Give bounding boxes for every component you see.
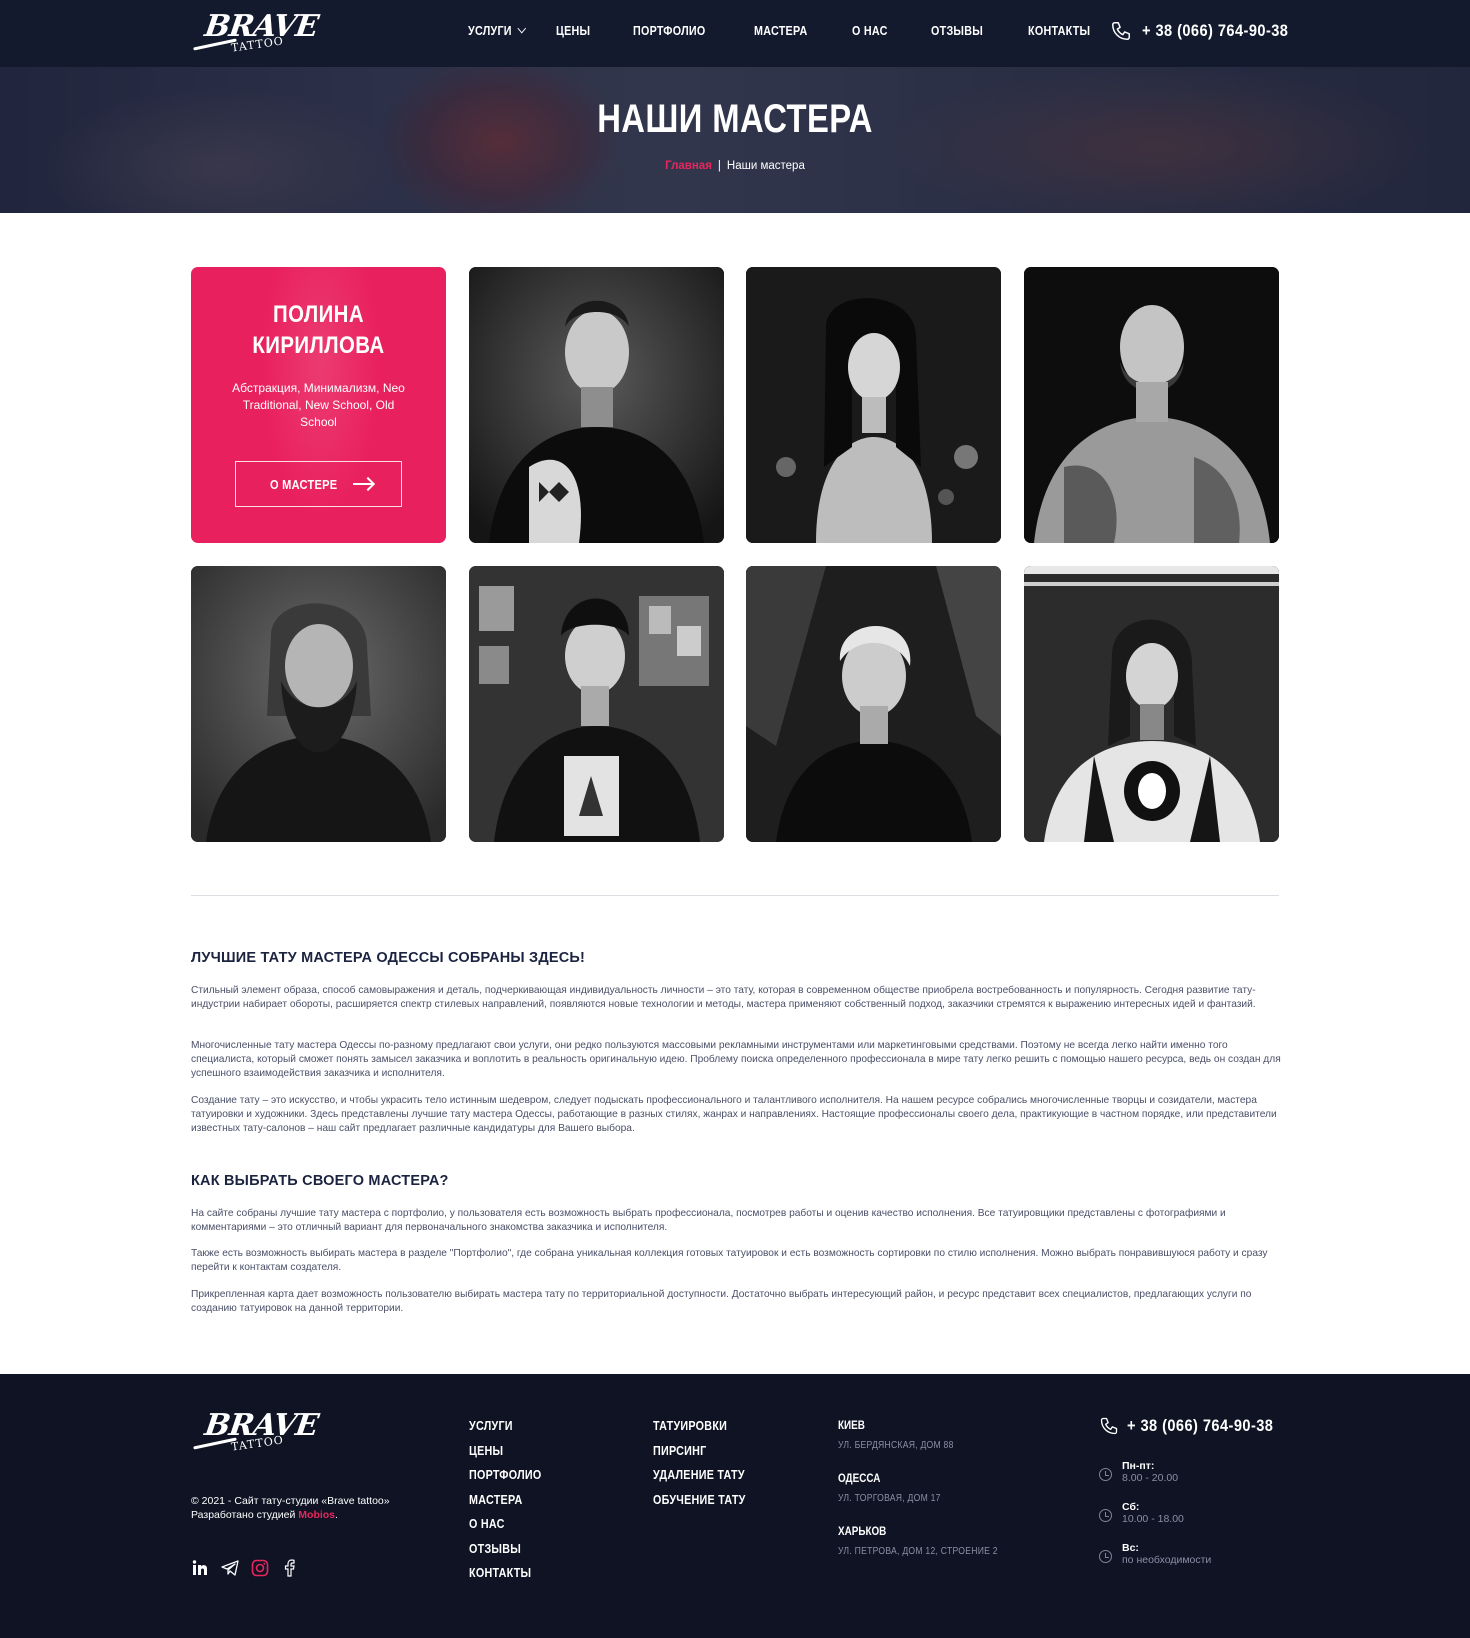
brave-tattoo-logo[interactable]: BRAVE TATTOO <box>191 5 320 61</box>
city-name: ХАРЬКОВ <box>838 1526 887 1538</box>
nav-masters[interactable]: МАСТЕРА <box>754 24 807 38</box>
footer-link[interactable]: ОБУЧЕНИЕ ТАТУ <box>653 1493 746 1518</box>
arrow-right-icon <box>353 483 374 485</box>
work-hours: Вс: по необходимости <box>1099 1542 1211 1566</box>
section-title: КАК ВЫБРАТЬ СВОЕГО МАСТЕРА? <box>191 1173 449 1189</box>
nav-portfolio[interactable]: ПОРТФОЛИО <box>633 24 706 38</box>
nav-about[interactable]: О НАС <box>852 24 888 38</box>
master-photo[interactable] <box>746 566 1001 842</box>
site-header: BRAVE TATTOO УСЛУГИ ЦЕНЫ ПОРТФОЛИО МАСТЕ… <box>0 0 1470 67</box>
paragraph: На сайте собраны лучшие тату мастера с п… <box>191 1208 1226 1233</box>
copyright: © 2021 - Сайт тату-студии «Brave tattoo»… <box>191 1495 390 1521</box>
breadcrumb-home[interactable]: Главная <box>665 160 712 172</box>
breadcrumb: Главная | Наши мастера <box>665 160 805 172</box>
main-nav: УСЛУГИ ЦЕНЫ ПОРТФОЛИО МАСТЕРА О НАС ОТЗЫ… <box>468 23 1101 38</box>
nav-contacts[interactable]: КОНТАКТЫ <box>1028 24 1090 38</box>
footer-nav: УСЛУГИ ЦЕНЫ ПОРТФОЛИО МАСТЕРА О НАС ОТЗЫ… <box>469 1419 553 1591</box>
nav-reviews[interactable]: ОТЗЫВЫ <box>931 24 983 38</box>
linkedin-icon[interactable] <box>191 1559 209 1577</box>
clock-icon <box>1099 1509 1112 1522</box>
master-card-featured[interactable]: ПОЛИНА КИРИЛЛОВА Абстракция, Минимализм, … <box>191 267 446 543</box>
brave-tattoo-logo[interactable]: BRAVE TATTOO <box>191 1404 320 1460</box>
footer-link[interactable]: ОТЗЫВЫ <box>469 1542 542 1567</box>
page-title: НАШИ МАСТЕРА <box>597 97 873 141</box>
page-hero: НАШИ МАСТЕРА Главная | Наши мастера <box>0 67 1470 213</box>
footer-link[interactable]: ТАТУИРОВКИ <box>653 1419 746 1444</box>
master-photo[interactable] <box>191 566 446 842</box>
city-address: УЛ. ТОРГОВАЯ, ДОМ 17 <box>838 1493 941 1504</box>
about-master-button[interactable]: О МАСТЕРЕ <box>235 461 402 507</box>
phone-icon <box>1100 1417 1118 1435</box>
social-links <box>191 1559 299 1577</box>
footer-link[interactable]: УДАЛЕНИЕ ТАТУ <box>653 1468 746 1493</box>
footer-link[interactable]: ПИРСИНГ <box>653 1444 746 1469</box>
header-phone[interactable]: + 38 (066) 764-90-38 <box>1110 20 1312 42</box>
facebook-icon[interactable] <box>281 1559 299 1577</box>
paragraph: Создание тату – это искусство, и чтобы у… <box>191 1095 1277 1134</box>
paragraph: Прикрепленная карта дает возможность пол… <box>191 1289 1252 1314</box>
paragraph: Многочисленные тату мастера Одессы по-ра… <box>191 1040 1281 1079</box>
site-footer: BRAVE TATTOO © 2021 - Сайт тату-студии «… <box>0 1374 1470 1638</box>
city-address: УЛ. ПЕТРОВА, ДОМ 12, СТРОЕНИЕ 2 <box>838 1546 998 1557</box>
master-photo[interactable] <box>1024 267 1279 543</box>
master-photo[interactable] <box>746 267 1001 543</box>
telegram-icon[interactable] <box>221 1559 239 1577</box>
paragraph: Стильный элемент образа, способ самовыра… <box>191 985 1256 1010</box>
footer-link[interactable]: ПОРТФОЛИО <box>469 1468 542 1493</box>
footer-services: ТАТУИРОВКИ ПИРСИНГ УДАЛЕНИЕ ТАТУ ОБУЧЕНИ… <box>653 1419 761 1517</box>
footer-link[interactable]: ЦЕНЫ <box>469 1444 542 1469</box>
city-name: ОДЕССА <box>838 1473 881 1485</box>
work-hours: Сб: 10.00 - 18.00 <box>1099 1501 1184 1525</box>
phone-number: + 38 (066) 764-90-38 <box>1127 1416 1274 1435</box>
master-name: ПОЛИНА КИРИЛЛОВА <box>252 301 385 359</box>
nav-services[interactable]: УСЛУГИ <box>468 23 526 38</box>
footer-link[interactable]: О НАС <box>469 1517 542 1542</box>
city-name: КИЕВ <box>838 1420 865 1432</box>
developer-link[interactable]: Mobios <box>298 1509 335 1521</box>
instagram-icon[interactable] <box>251 1559 269 1577</box>
clock-icon <box>1099 1550 1112 1563</box>
section-title: ЛУЧШИЕ ТАТУ МАСТЕРА ОДЕССЫ СОБРАНЫ ЗДЕСЬ… <box>191 950 586 966</box>
master-photo[interactable] <box>469 267 724 543</box>
phone-number: + 38 (066) 764-90-38 <box>1142 21 1289 40</box>
master-photo[interactable] <box>469 566 724 842</box>
work-hours: Пн-пт: 8.00 - 20.00 <box>1099 1460 1178 1484</box>
phone-icon <box>1112 22 1130 40</box>
master-styles: Абстракция, Минимализм, Neo Traditional,… <box>232 381 405 429</box>
breadcrumb-current: Наши мастера <box>726 160 805 172</box>
footer-link[interactable]: МАСТЕРА <box>469 1493 542 1518</box>
section-divider <box>191 895 1279 896</box>
city-address: УЛ. БЕРДЯНСКАЯ, ДОМ 88 <box>838 1440 954 1451</box>
footer-link[interactable]: УСЛУГИ <box>469 1419 542 1444</box>
nav-prices[interactable]: ЦЕНЫ <box>556 24 590 38</box>
chevron-down-icon <box>517 23 526 34</box>
paragraph: Также есть возможность выбирать мастера … <box>191 1248 1268 1273</box>
footer-link[interactable]: КОНТАКТЫ <box>469 1566 542 1591</box>
clock-icon <box>1099 1468 1112 1481</box>
footer-phone[interactable]: + 38 (066) 764-90-38 <box>1099 1416 1297 1436</box>
master-photo[interactable] <box>1024 566 1279 842</box>
